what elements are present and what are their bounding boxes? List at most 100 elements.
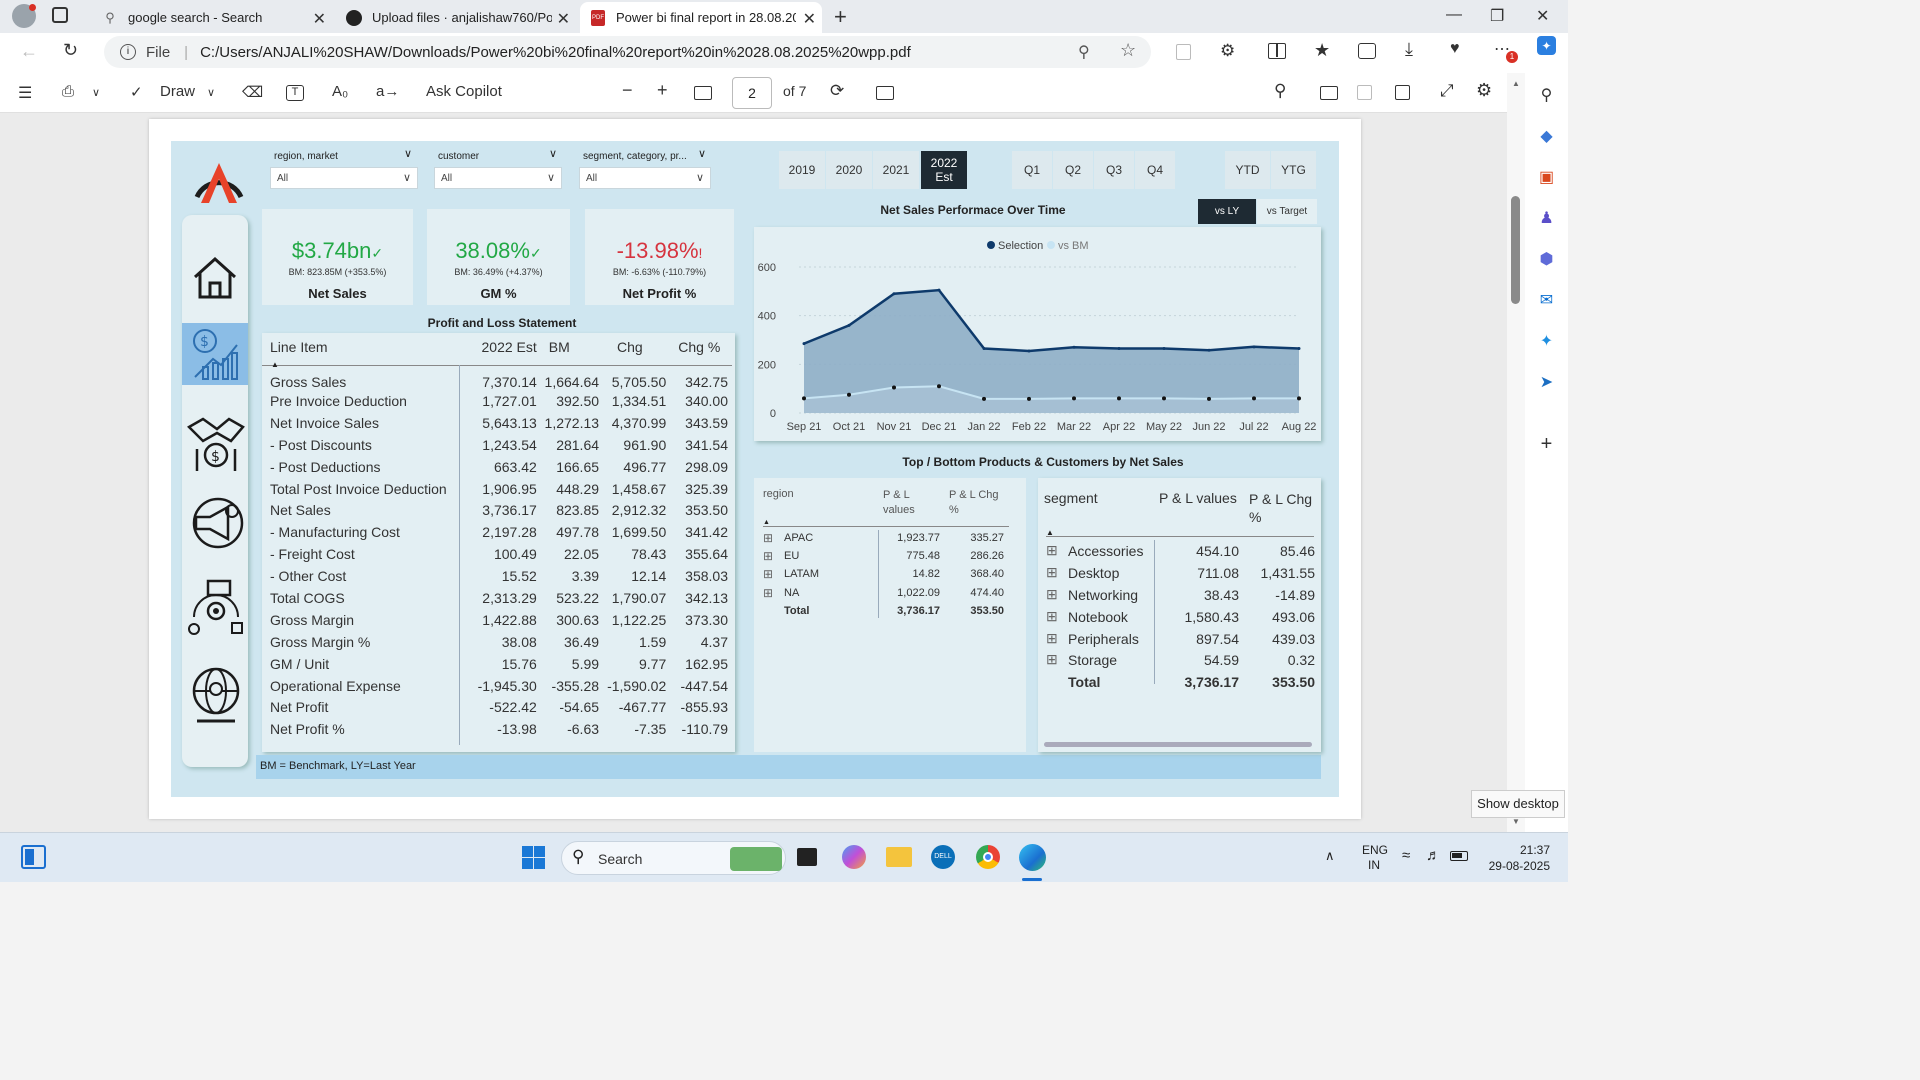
pl-header-2022-est[interactable]: 2022 Est [471, 339, 541, 366]
marketing-megaphone-icon[interactable] [188, 495, 244, 556]
close-icon[interactable]: ✕ [313, 9, 326, 29]
volume-icon[interactable]: ♬ [1426, 847, 1441, 864]
tab-pdf-report[interactable]: PDF Power bi final report in 28.08.202 ✕ [580, 2, 822, 33]
clock[interactable]: 21:37 29-08-2025 [1480, 842, 1550, 874]
chevron-down-icon[interactable]: ∨ [207, 86, 215, 99]
reading-mode-icon[interactable] [1176, 44, 1191, 60]
segment-total-row[interactable]: Total 3,736.17 353.50 [1038, 672, 1321, 694]
designer-icon[interactable]: ✦ [1537, 331, 1556, 350]
file-explorer-icon[interactable] [886, 847, 912, 867]
outlook-icon[interactable]: ✉ [1537, 290, 1556, 309]
minimize-button[interactable]: — [1446, 6, 1462, 24]
segment-row[interactable]: ⊞ Storage 54.59 0.32 [1038, 650, 1321, 672]
home-icon[interactable] [191, 253, 239, 306]
expand-icon[interactable]: ⊞ [763, 586, 773, 600]
scroll-down-icon[interactable]: ▼ [1512, 817, 1520, 826]
chevron-down-icon[interactable]: ∨ [698, 147, 706, 160]
ytg-button[interactable]: YTG [1271, 151, 1316, 189]
pl-header-line-item[interactable]: Line Item [262, 339, 471, 366]
contents-icon[interactable]: ☰ [18, 83, 32, 103]
pl-row[interactable]: Gross Sales 7,370.14 1,664.64 5,705.50 342.7… [262, 366, 732, 390]
address-bar[interactable]: i File | C:/Users/ANJALI%20SHAW/Download… [104, 36, 1151, 68]
add-icon[interactable]: + [1537, 433, 1556, 455]
pl-row[interactable]: Net Sales 3,736.17 823.85 2,912.32 353.50 [262, 499, 732, 521]
chevron-down-icon[interactable]: ∨ [549, 147, 557, 160]
fullscreen-icon[interactable]: ⤢ [1440, 81, 1454, 101]
year-2022-est-button[interactable]: 2022 Est [921, 151, 967, 189]
pl-row[interactable]: - Freight Cost 100.49 22.05 78.43 355.64 [262, 543, 732, 565]
q3-button[interactable]: Q3 [1094, 151, 1134, 189]
favorite-star-icon[interactable]: ☆ [1120, 40, 1136, 61]
url-text[interactable]: C:/Users/ANJALI%20SHAW/Downloads/Power%2… [200, 44, 911, 61]
rotate-icon[interactable]: ⟳ [830, 81, 844, 101]
draw-button[interactable]: Draw [160, 83, 195, 100]
back-icon[interactable]: ← [20, 41, 38, 62]
segment-values-header[interactable]: P & L values [1159, 490, 1237, 506]
text-icon[interactable]: T [286, 85, 304, 101]
region-header[interactable]: region [763, 488, 794, 500]
horizontal-scrollbar[interactable] [1044, 742, 1312, 747]
send-icon[interactable]: ➤ [1537, 372, 1556, 391]
page-number-input[interactable]: 2 [732, 77, 772, 109]
vertical-scrollbar[interactable]: ▲ ▼ [1507, 73, 1525, 832]
region-chg-header[interactable]: P & L Chg % [949, 488, 1009, 518]
chevron-down-icon[interactable]: ∨ [92, 86, 100, 99]
search-icon[interactable]: ⚲ [1274, 81, 1286, 101]
finance-growth-icon[interactable]: $ [191, 327, 241, 386]
games-icon[interactable]: ♟ [1537, 208, 1556, 227]
windows-start-icon[interactable] [522, 846, 546, 870]
translate-icon[interactable]: a→ [376, 83, 399, 100]
slicer-customer[interactable]: All ∨ [434, 167, 562, 189]
scroll-up-icon[interactable]: ▲ [1512, 79, 1520, 88]
expand-icon[interactable]: ⊞ [763, 549, 773, 563]
copilot-icon[interactable]: ✦ [1537, 36, 1556, 55]
handshake-money-icon[interactable]: $ [186, 413, 245, 478]
tab-actions-icon[interactable] [52, 7, 68, 23]
slicer-region[interactable]: All ∨ [270, 167, 418, 189]
sort-ascending-icon[interactable]: ▲ [271, 360, 279, 369]
save-icon[interactable] [1357, 85, 1372, 100]
pl-row[interactable]: Total COGS 2,313.29 523.22 1,790.07 342.13 [262, 587, 732, 609]
zoom-out-button[interactable]: − [622, 80, 633, 101]
sort-ascending-icon[interactable]: ▲ [763, 519, 770, 526]
eraser-icon[interactable]: ⌫ [242, 83, 263, 101]
search-icon[interactable]: ⚲ [1537, 85, 1556, 104]
pl-row[interactable]: Net Profit % -13.98 -6.63 -7.35 -110.79 [262, 718, 732, 740]
copilot-app-icon[interactable] [842, 845, 866, 869]
task-view-icon[interactable] [797, 848, 817, 866]
collections-icon[interactable] [1358, 43, 1376, 59]
ask-copilot-button[interactable]: Ask Copilot [426, 83, 502, 100]
pl-row[interactable]: Gross Margin 1,422.88 300.63 1,122.25 373.30 [262, 609, 732, 631]
expand-icon[interactable]: ⊞ [1046, 651, 1058, 668]
segment-header[interactable]: segment [1044, 490, 1098, 506]
info-icon[interactable]: i [120, 44, 136, 60]
expand-icon[interactable]: ⊞ [1046, 564, 1058, 581]
pl-header-chg-pct[interactable]: Chg % [670, 339, 732, 366]
chevron-up-icon[interactable]: ∧ [1325, 848, 1335, 864]
wifi-icon[interactable]: ≈ [1402, 847, 1410, 864]
region-total-row[interactable]: Total 3,736.17 353.50 [754, 604, 1026, 622]
dell-icon[interactable]: DELL [931, 845, 955, 869]
vs-ly-toggle[interactable]: vs LY [1198, 199, 1256, 224]
expand-icon[interactable]: ⊞ [1046, 586, 1058, 603]
tab-google-search[interactable]: ⚲ google search - Search ✕ [92, 2, 332, 33]
expand-icon[interactable]: ⊞ [1046, 542, 1058, 559]
pl-row[interactable]: Operational Expense -1,945.30 -355.28 -1,59… [262, 675, 732, 697]
segment-row[interactable]: ⊞ Networking 38.43 -14.89 [1038, 585, 1321, 607]
q2-button[interactable]: Q2 [1053, 151, 1093, 189]
extensions-icon[interactable]: ⚙ [1220, 41, 1235, 61]
region-row[interactable]: ⊞ APAC 1,923.77 335.27 [754, 531, 1026, 549]
q1-button[interactable]: Q1 [1012, 151, 1052, 189]
year-2020-button[interactable]: 2020 [826, 151, 872, 189]
pl-row[interactable]: - Post Deductions 663.42 166.65 496.77 298.0… [262, 456, 732, 478]
chrome-icon[interactable] [976, 845, 1000, 869]
pl-row[interactable]: GM / Unit 15.76 5.99 9.77 162.95 [262, 653, 732, 675]
split-screen-icon[interactable] [1268, 43, 1286, 59]
ytd-button[interactable]: YTD [1225, 151, 1270, 189]
toolbox-icon[interactable]: ▣ [1537, 167, 1556, 186]
zoom-out-icon[interactable]: ⚲ [1078, 42, 1090, 62]
restore-button[interactable]: ❐ [1490, 6, 1504, 26]
language-indicator[interactable]: ENG IN [1362, 843, 1388, 873]
region-row[interactable]: ⊞ LATAM 14.82 368.40 [754, 567, 1026, 585]
highlight-icon[interactable]: ⎙ [62, 83, 74, 100]
